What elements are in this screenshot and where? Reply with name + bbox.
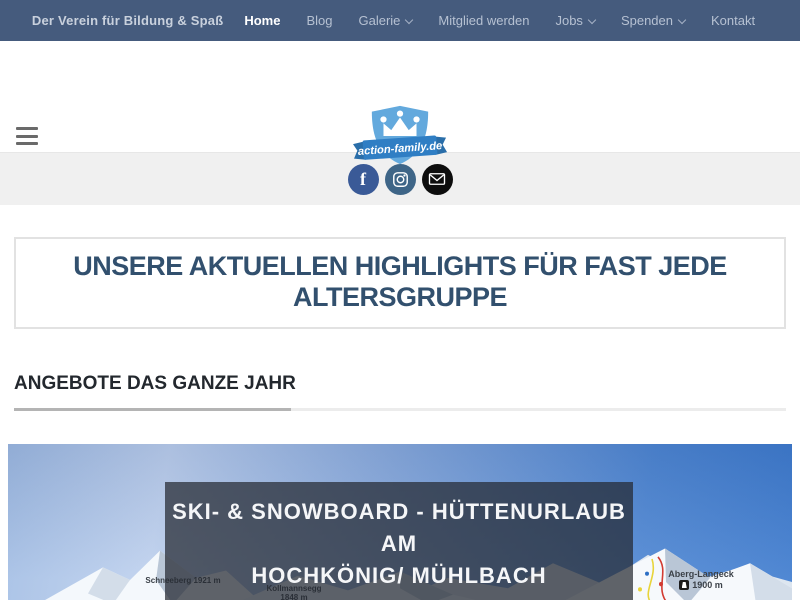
nav-item-home[interactable]: Home xyxy=(231,13,293,28)
nav-item-spenden-label: Spenden xyxy=(621,13,673,28)
top-nav-bar: Der Verein für Bildung & Spaß Home Blog … xyxy=(0,0,800,41)
section-divider xyxy=(14,408,786,411)
hero-caption-overlay: SKI- & SNOWBOARD - HÜTTENURLAUB AM HOCHK… xyxy=(165,482,633,600)
chevron-down-icon xyxy=(405,15,413,23)
section-title: ANGEBOTE DAS GANZE JAHR xyxy=(14,373,786,395)
nav-item-kontakt[interactable]: Kontakt xyxy=(698,13,768,28)
nav-item-galerie[interactable]: Galerie xyxy=(346,13,426,28)
highlights-box: UNSERE AKTUELLEN HIGHLIGHTS FÜR FAST JED… xyxy=(14,237,786,329)
nav-item-jobs-label: Jobs xyxy=(555,13,582,28)
hero-title-line1: SKI- & SNOWBOARD - HÜTTENURLAUB AM xyxy=(165,496,633,560)
hamburger-menu-icon[interactable] xyxy=(16,127,38,145)
chevron-down-icon xyxy=(588,15,596,23)
nav-item-jobs[interactable]: Jobs xyxy=(542,13,607,28)
site-header: action-family.de xyxy=(0,41,800,152)
peak-label-aberg-langeck: Aberg-Langeck 1900 m xyxy=(651,570,751,590)
gondola-lift-icon xyxy=(679,580,689,590)
highlights-title: UNSERE AKTUELLEN HIGHLIGHTS FÜR FAST JED… xyxy=(36,251,764,313)
section-angebote: ANGEBOTE DAS GANZE JAHR xyxy=(14,373,786,411)
nav-item-mitglied-werden[interactable]: Mitglied werden xyxy=(425,13,542,28)
site-logo[interactable]: action-family.de xyxy=(351,101,449,174)
chevron-down-icon xyxy=(678,15,686,23)
hero-title-line2: HOCHKÖNIG/ MÜHLBACH xyxy=(165,560,633,592)
hero-slide-ski-snowboard[interactable]: Schneeberg 1921 m Kollmannsegg 1848 m Ab… xyxy=(8,444,792,600)
nav-item-galerie-label: Galerie xyxy=(359,13,401,28)
nav-item-spenden[interactable]: Spenden xyxy=(608,13,698,28)
site-tagline: Der Verein für Bildung & Spaß xyxy=(32,13,223,28)
nav-item-blog[interactable]: Blog xyxy=(293,13,345,28)
shield-crown-logo-icon: action-family.de xyxy=(351,101,449,169)
